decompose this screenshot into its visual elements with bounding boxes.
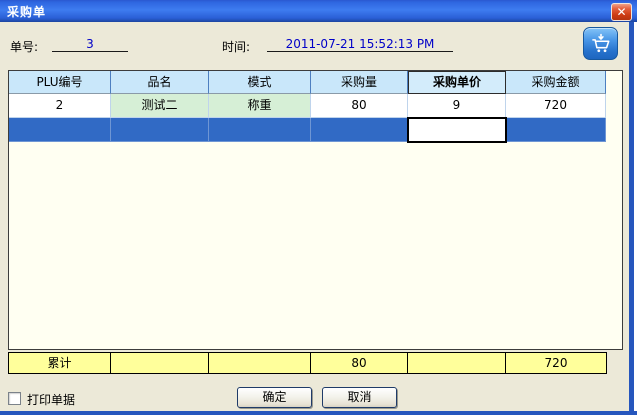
time-label: 时间: xyxy=(222,38,250,55)
close-button[interactable]: ✕ xyxy=(611,3,632,21)
cell-name[interactable]: 测试二 xyxy=(111,94,209,118)
cell-amount[interactable]: 720 xyxy=(506,94,606,118)
totals-empty xyxy=(111,353,209,373)
column-header-mode[interactable]: 模式 xyxy=(209,71,311,94)
order-number-value: 3 xyxy=(52,36,128,52)
close-icon: ✕ xyxy=(616,5,626,19)
cell-qty[interactable]: 80 xyxy=(311,94,408,118)
cell-empty[interactable] xyxy=(311,118,408,142)
column-header-unit-price-selected[interactable]: 采购单价 xyxy=(408,71,506,94)
totals-empty xyxy=(209,353,311,373)
purchase-table: PLU编号 品名 模式 采购量 采购单价 采购金额 2 测试二 称重 80 9 … xyxy=(8,70,623,350)
cart-icon xyxy=(590,33,612,55)
totals-empty xyxy=(408,353,506,373)
column-header-amount[interactable]: 采购金额 xyxy=(506,71,606,94)
cell-empty[interactable] xyxy=(209,118,311,142)
cell-empty[interactable] xyxy=(506,118,606,142)
title-bar[interactable]: 采购单 xyxy=(0,0,637,22)
cell-mode[interactable]: 称重 xyxy=(209,94,311,118)
cancel-button[interactable]: 取消 xyxy=(322,387,397,408)
print-receipt-label: 打印单据 xyxy=(27,391,75,408)
cell-empty[interactable] xyxy=(9,118,111,142)
totals-amount: 720 xyxy=(506,353,606,373)
unit-price-edit-cell[interactable] xyxy=(407,117,507,143)
time-value: 2011-07-21 15:52:13 PM xyxy=(267,36,453,52)
order-number-label: 单号: xyxy=(10,38,38,55)
column-header-name[interactable]: 品名 xyxy=(111,71,209,94)
column-header-plu[interactable]: PLU编号 xyxy=(9,71,111,94)
table-header-row: PLU编号 品名 模式 采购量 采购单价 采购金额 xyxy=(9,71,622,94)
window-title: 采购单 xyxy=(0,3,46,20)
add-to-cart-button[interactable] xyxy=(583,27,618,60)
cell-empty[interactable] xyxy=(111,118,209,142)
cell-plu[interactable]: 2 xyxy=(9,94,111,118)
purchase-order-dialog: 采购单 ✕ 单号: 3 时间: 2011-07-21 15:52:13 PM P… xyxy=(0,0,637,417)
totals-label: 累计 xyxy=(9,353,111,373)
totals-qty: 80 xyxy=(311,353,408,373)
ok-button[interactable]: 确定 xyxy=(237,387,312,408)
table-row[interactable]: 2 测试二 称重 80 9 720 xyxy=(9,94,622,118)
column-header-qty[interactable]: 采购量 xyxy=(311,71,408,94)
cell-unit-price[interactable]: 9 xyxy=(408,94,506,118)
totals-row: 累计 80 720 xyxy=(8,352,607,374)
print-receipt-checkbox[interactable] xyxy=(8,392,21,405)
table-row-selected[interactable] xyxy=(9,118,622,142)
